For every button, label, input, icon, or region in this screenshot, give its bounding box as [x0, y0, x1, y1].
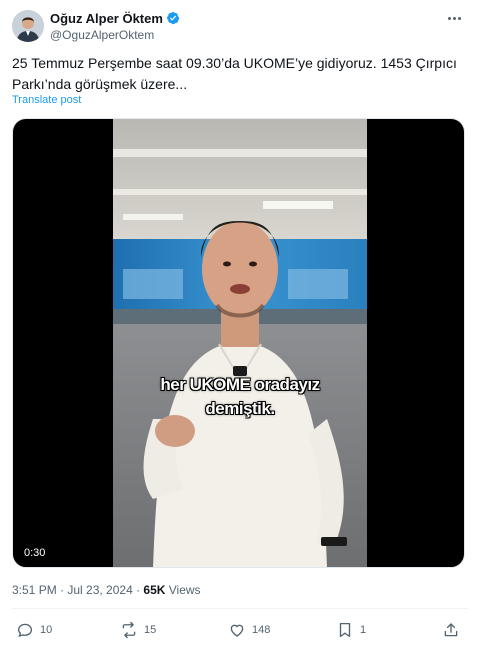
like-icon: [230, 624, 244, 637]
author-names: Oğuz Alper Öktem @OguzAlperOktem: [50, 10, 180, 42]
bookmark-icon: [339, 622, 351, 638]
avatar[interactable]: [12, 10, 44, 42]
reply-button[interactable]: 10: [16, 618, 52, 642]
tweet-text: 25 Temmuz Perşembe saat 09.30’da UKOME’y…: [12, 55, 457, 92]
video-caption-line-1: her UKOME oradayız: [160, 375, 320, 394]
views-label: Views: [165, 583, 201, 597]
like-count: 148: [252, 624, 271, 636]
video-duration-badge: 0:30: [19, 545, 51, 561]
like-button[interactable]: 148: [228, 618, 270, 642]
verified-icon: [166, 11, 180, 25]
more-icon[interactable]: [440, 8, 468, 28]
bookmark-button[interactable]: 1: [336, 618, 366, 642]
repost-icon: [122, 621, 136, 639]
share-icon: [444, 623, 458, 637]
reply-icon: [17, 623, 33, 638]
tweet-header: Oğuz Alper Öktem @OguzAlperOktem: [12, 8, 468, 44]
bookmark-count: 1: [360, 624, 367, 636]
timestamp[interactable]: 3:51 PM · Jul 23, 2024 ·: [12, 583, 143, 597]
views-count: 65K: [143, 583, 166, 597]
share-button[interactable]: [442, 618, 460, 642]
translate-post-link[interactable]: Translate post: [12, 94, 81, 106]
repost-button[interactable]: 15: [120, 618, 156, 642]
repost-count: 15: [144, 624, 157, 636]
action-bar: 10 15 148 1: [12, 618, 468, 642]
reply-count: 10: [40, 624, 53, 636]
divider: [12, 608, 468, 609]
tweet-meta: 3:51 PM · Jul 23, 2024 · 65K Views: [12, 583, 201, 597]
video-player[interactable]: her UKOME oradayız demiştik. 0:30: [12, 118, 465, 568]
author-handle[interactable]: @OguzAlperOktem: [50, 28, 180, 42]
author-display-name[interactable]: Oğuz Alper Öktem: [50, 11, 163, 26]
video-caption-line-2: demiştik.: [205, 399, 275, 418]
video-frame: her UKOME oradayız demiştik.: [113, 119, 367, 567]
